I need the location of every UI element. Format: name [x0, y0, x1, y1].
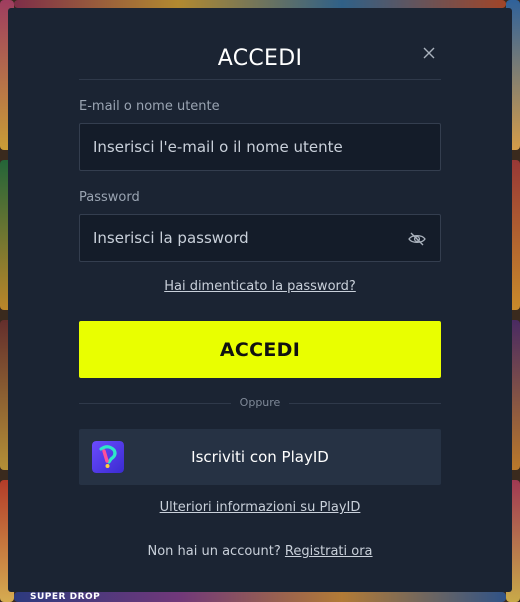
eye-slash-icon — [408, 232, 426, 246]
or-divider: Oppure — [79, 396, 441, 410]
signup-prompt: Non hai un account? — [147, 544, 281, 559]
close-icon — [423, 47, 435, 59]
playid-button-label: Iscriviti con PlayID — [191, 448, 329, 466]
close-button[interactable] — [420, 44, 438, 62]
playid-signup-button[interactable]: Iscriviti con PlayID — [79, 429, 441, 485]
header-divider — [79, 79, 441, 80]
email-input[interactable] — [79, 123, 441, 171]
password-input[interactable] — [79, 214, 441, 262]
password-label: Password — [79, 190, 140, 205]
register-link[interactable]: Registrati ora — [285, 544, 373, 559]
game-tile — [14, 0, 506, 8]
email-label: E-mail o nome utente — [79, 99, 220, 114]
forgot-password-link[interactable]: Hai dimenticato la password? — [8, 279, 512, 294]
playid-info-link[interactable]: Ulteriori informazioni su PlayID — [8, 500, 512, 515]
signup-row: Non hai un account? Registrati ora — [8, 544, 512, 559]
login-modal: ACCEDI E-mail o nome utente Password Hai… — [8, 8, 512, 592]
or-line-right — [289, 403, 441, 404]
login-button[interactable]: ACCEDI — [79, 321, 441, 378]
background-game-label: SUPER DROP — [30, 592, 101, 602]
password-visibility-toggle[interactable] — [407, 231, 427, 247]
